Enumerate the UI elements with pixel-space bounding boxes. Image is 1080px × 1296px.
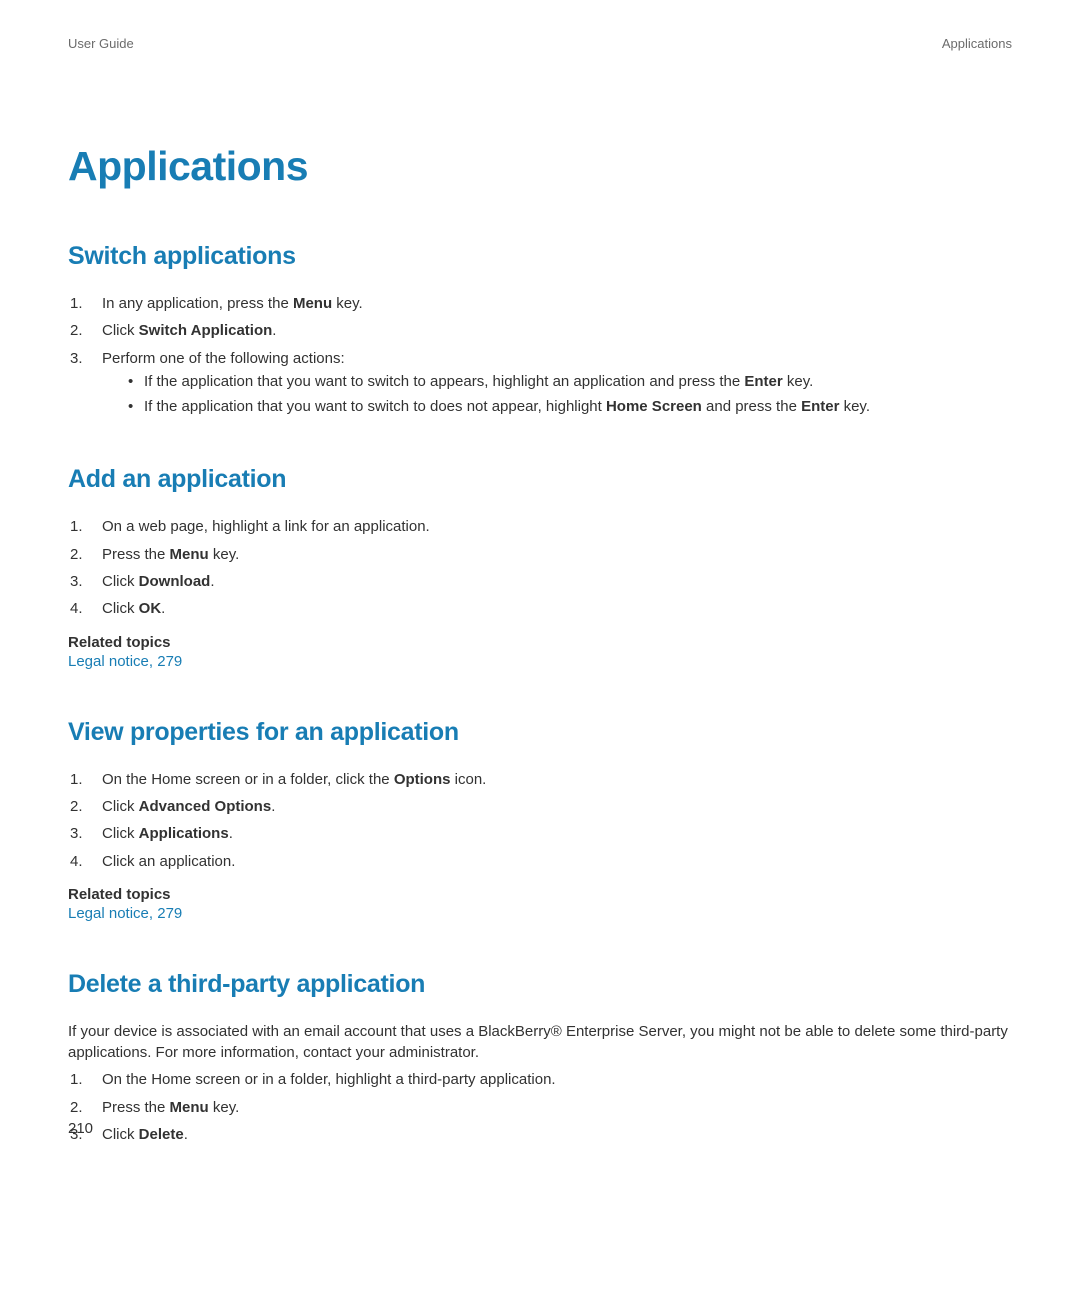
switch-steps: In any application, press the Menu key. …	[68, 293, 1012, 417]
heading-add: Add an application	[68, 465, 1012, 494]
section-delete-application: Delete a third-party application If your…	[68, 970, 1012, 1145]
switch-sub-list: If the application that you want to swit…	[102, 371, 1012, 418]
related-link-legal-notice[interactable]: Legal notice, 279	[68, 653, 1012, 670]
section-view-properties: View properties for an application On th…	[68, 718, 1012, 922]
related-topics-label: Related topics	[68, 886, 1012, 903]
header-left: User Guide	[68, 36, 134, 51]
page-header: User Guide Applications	[68, 36, 1012, 51]
view-steps: On the Home screen or in a folder, click…	[68, 769, 1012, 872]
list-item: Click OK.	[70, 598, 1012, 619]
delete-steps: On the Home screen or in a folder, highl…	[68, 1069, 1012, 1145]
page-title: Applications	[68, 143, 1012, 190]
list-item: If the application that you want to swit…	[128, 396, 1012, 417]
list-item: Click Advanced Options.	[70, 796, 1012, 817]
related-link-legal-notice[interactable]: Legal notice, 279	[68, 905, 1012, 922]
section-switch-applications: Switch applications In any application, …	[68, 242, 1012, 417]
heading-switch: Switch applications	[68, 242, 1012, 271]
list-item: In any application, press the Menu key.	[70, 293, 1012, 314]
related-topics-label: Related topics	[68, 634, 1012, 651]
list-item: Click Delete.	[70, 1124, 1012, 1145]
header-right: Applications	[942, 36, 1012, 51]
list-item: Click Applications.	[70, 823, 1012, 844]
delete-intro: If your device is associated with an ema…	[68, 1021, 1012, 1064]
heading-view: View properties for an application	[68, 718, 1012, 747]
page-number: 210	[68, 1120, 93, 1137]
list-item: If the application that you want to swit…	[128, 371, 1012, 392]
list-item: On a web page, highlight a link for an a…	[70, 516, 1012, 537]
list-item: Click Download.	[70, 571, 1012, 592]
list-item: Click an application.	[70, 851, 1012, 872]
list-item: Perform one of the following actions: If…	[70, 348, 1012, 418]
list-item: Click Switch Application.	[70, 320, 1012, 341]
heading-delete: Delete a third-party application	[68, 970, 1012, 999]
list-item: Press the Menu key.	[70, 1097, 1012, 1118]
add-steps: On a web page, highlight a link for an a…	[68, 516, 1012, 619]
list-item: Press the Menu key.	[70, 544, 1012, 565]
list-item: On the Home screen or in a folder, highl…	[70, 1069, 1012, 1090]
list-item: On the Home screen or in a folder, click…	[70, 769, 1012, 790]
section-add-application: Add an application On a web page, highli…	[68, 465, 1012, 669]
